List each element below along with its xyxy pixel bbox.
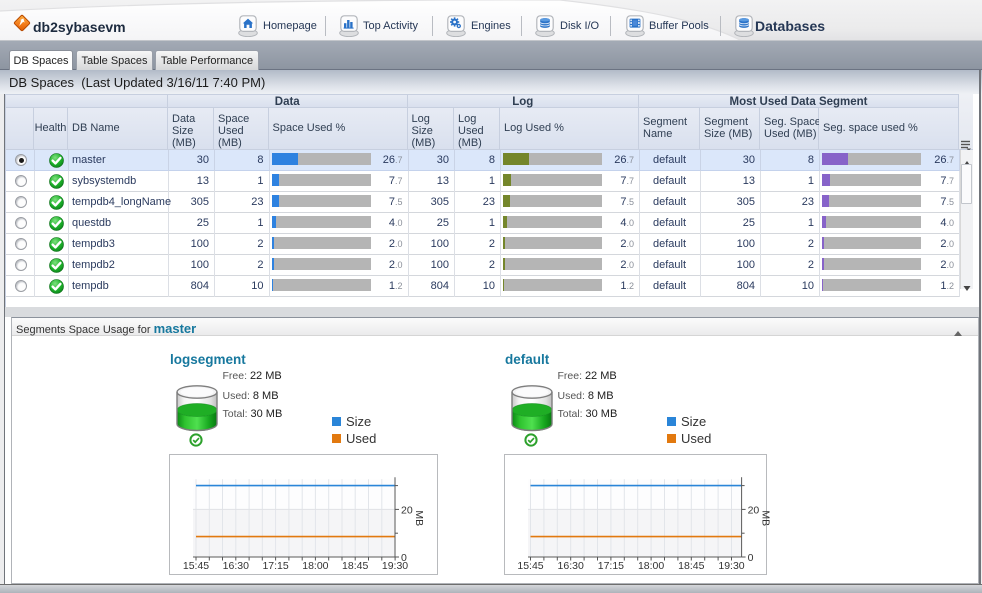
- svg-text:18:00: 18:00: [302, 560, 328, 572]
- svg-text:16:30: 16:30: [223, 560, 249, 572]
- svg-text:0: 0: [748, 552, 754, 564]
- svg-text:15:45: 15:45: [183, 560, 209, 572]
- svg-text:0: 0: [401, 552, 407, 564]
- svg-text:18:45: 18:45: [342, 560, 368, 572]
- svg-text:20: 20: [401, 504, 413, 516]
- svg-text:16:30: 16:30: [558, 560, 584, 572]
- svg-text:18:00: 18:00: [638, 560, 664, 572]
- svg-text:MB: MB: [413, 510, 425, 526]
- svg-text:MB: MB: [760, 510, 772, 526]
- svg-text:17:15: 17:15: [262, 560, 288, 572]
- svg-text:17:15: 17:15: [598, 560, 624, 572]
- svg-text:19:30: 19:30: [718, 560, 744, 572]
- svg-text:18:45: 18:45: [678, 560, 704, 572]
- svg-text:15:45: 15:45: [517, 560, 543, 572]
- svg-text:20: 20: [748, 504, 760, 516]
